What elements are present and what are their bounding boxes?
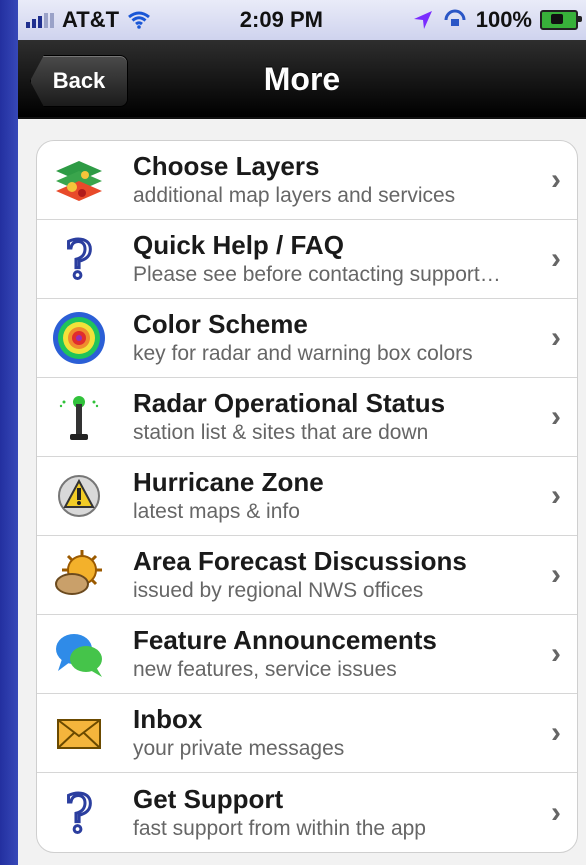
menu-item-subtitle: new features, service issues: [133, 658, 397, 681]
chevron-right-icon: ›: [551, 558, 561, 591]
question-mark-icon: ?: [47, 781, 111, 845]
page-title: More: [263, 61, 341, 97]
menu-item-text: Quick Help / FAQ Please see before conta…: [133, 230, 523, 288]
carrier-label: AT&T: [62, 7, 120, 32]
envelope-icon: [47, 701, 111, 765]
chevron-right-icon: ›: [551, 163, 561, 196]
chevron-right-icon: ›: [551, 321, 561, 354]
chat-bubbles-icon: [47, 622, 111, 686]
layers-icon: [47, 148, 111, 212]
color-scheme-icon: [47, 306, 111, 370]
menu-item-subtitle: fast support from within the app: [133, 816, 426, 840]
menu-item-text: Hurricane Zone latest maps & info: [133, 467, 523, 525]
menu-item-feature-announcements[interactable]: Feature Announcements new features, serv…: [37, 615, 577, 694]
menu-item-subtitle: station list & sites that are down: [133, 421, 429, 444]
location-arrow-icon: [413, 11, 432, 29]
status-bar: AT&T 2:09 PM 100%: [18, 0, 586, 40]
chevron-right-icon: ›: [551, 795, 561, 829]
menu-item-subtitle: additional map layers and services: [133, 184, 456, 207]
svg-text:?: ?: [65, 232, 93, 286]
rotation-lock-icon: [444, 9, 466, 26]
menu-item-title: Choose Layers: [133, 151, 320, 181]
menu-item-choose-layers[interactable]: Choose Layers additional map layers and …: [37, 141, 577, 220]
battery-icon: [540, 10, 582, 30]
menu-item-title: Feature Announcements: [133, 625, 437, 655]
menu-item-get-support[interactable]: ? Get Support fast support from within t…: [37, 773, 577, 852]
menu-item-quick-help[interactable]: ? Quick Help / FAQ Please see before con…: [37, 220, 577, 299]
question-mark-icon: ?: [47, 227, 111, 291]
menu-item-color-scheme[interactable]: Color Scheme key for radar and warning b…: [37, 299, 577, 378]
iphone-screen: AT&T 2:09 PM 100% Back More Choose Layer…: [18, 0, 586, 865]
warning-icon: [47, 464, 111, 528]
chevron-right-icon: ›: [551, 637, 561, 670]
menu-item-subtitle: key for radar and warning box colors: [133, 342, 473, 365]
navigation-bar: Back More: [18, 40, 586, 119]
menu-item-hurricane-zone[interactable]: Hurricane Zone latest maps & info ›: [37, 457, 577, 536]
menu-item-title: Inbox: [133, 704, 203, 734]
menu-item-subtitle: Please see before contacting support…: [133, 263, 501, 286]
more-menu-list: Choose Layers additional map layers and …: [36, 140, 578, 853]
menu-item-subtitle: your private messages: [133, 737, 345, 760]
menu-item-radar-status[interactable]: Radar Operational Status station list & …: [37, 378, 577, 457]
menu-item-title: Hurricane Zone: [133, 467, 324, 497]
menu-item-text: Color Scheme key for radar and warning b…: [133, 309, 523, 367]
status-time: 2:09 PM: [239, 7, 323, 32]
menu-item-text: Feature Announcements new features, serv…: [133, 625, 523, 683]
chevron-right-icon: ›: [551, 716, 561, 749]
menu-item-text: Get Support fast support from within the…: [133, 784, 523, 842]
menu-item-title: Color Scheme: [133, 309, 308, 339]
menu-item-title: Get Support: [133, 783, 284, 814]
menu-item-title: Area Forecast Discussions: [133, 546, 467, 576]
chevron-right-icon: ›: [551, 479, 561, 512]
status-right: 100%: [412, 7, 582, 33]
menu-item-area-forecast[interactable]: Area Forecast Discussions issued by regi…: [37, 536, 577, 615]
status-left: AT&T: [26, 7, 151, 33]
chevron-right-icon: ›: [551, 242, 561, 275]
menu-item-subtitle: latest maps & info: [133, 500, 300, 523]
left-edge-strip: [0, 0, 18, 865]
radar-antenna-icon: [47, 385, 111, 449]
wifi-icon: [128, 11, 150, 29]
menu-item-text: Area Forecast Discussions issued by regi…: [133, 546, 523, 604]
menu-item-title: Quick Help / FAQ: [133, 230, 344, 260]
menu-item-subtitle: issued by regional NWS offices: [133, 579, 424, 602]
menu-item-inbox[interactable]: Inbox your private messages ›: [37, 694, 577, 773]
menu-item-text: Radar Operational Status station list & …: [133, 388, 523, 446]
menu-item-text: Inbox your private messages: [133, 704, 523, 762]
menu-item-text: Choose Layers additional map layers and …: [133, 151, 523, 209]
svg-text:?: ?: [65, 786, 93, 840]
menu-item-title: Radar Operational Status: [133, 388, 446, 418]
chevron-right-icon: ›: [551, 400, 561, 433]
battery-percentage: 100%: [475, 7, 532, 32]
sun-cloud-icon: [47, 543, 111, 607]
signal-bars-icon: [26, 12, 54, 28]
